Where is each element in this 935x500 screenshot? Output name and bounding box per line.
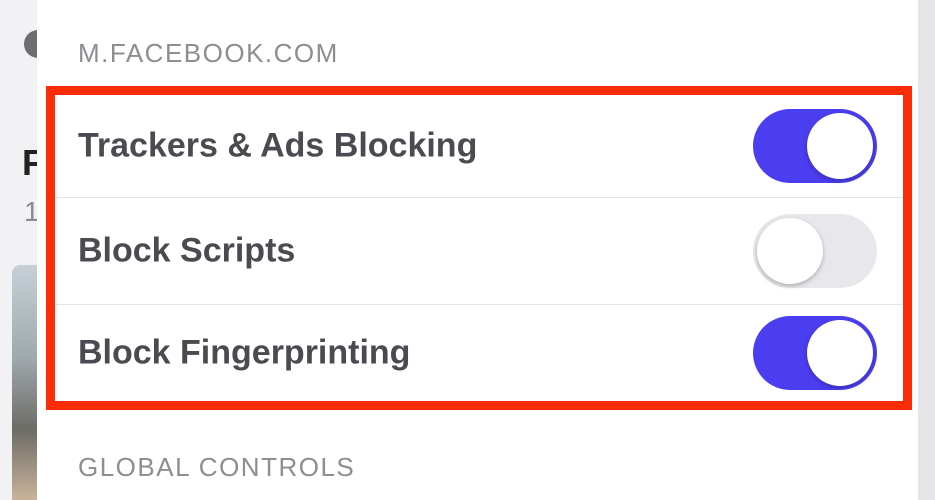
global-section-header: GLOBAL CONTROLS [78, 452, 356, 482]
setting-row-block-scripts: Block Scripts [55, 197, 903, 305]
toggle-knob [757, 218, 823, 284]
setting-label: Block Scripts [78, 231, 296, 270]
setting-row-block-fingerprinting: Block Fingerprinting [55, 305, 903, 401]
highlighted-settings-group: Trackers & Ads Blocking Block Scripts Bl… [46, 86, 912, 410]
trackers-ads-toggle[interactable] [753, 109, 877, 183]
setting-label: Trackers & Ads Blocking [78, 126, 478, 165]
toggle-knob [807, 320, 873, 386]
block-scripts-toggle[interactable] [753, 214, 877, 288]
setting-row-trackers-ads: Trackers & Ads Blocking [55, 95, 903, 197]
toggle-knob [807, 113, 873, 179]
site-section-header: M.FACEBOOK.COM [78, 38, 339, 68]
block-fingerprinting-toggle[interactable] [753, 316, 877, 390]
setting-label: Block Fingerprinting [78, 333, 411, 372]
background-right-edge [918, 0, 935, 500]
